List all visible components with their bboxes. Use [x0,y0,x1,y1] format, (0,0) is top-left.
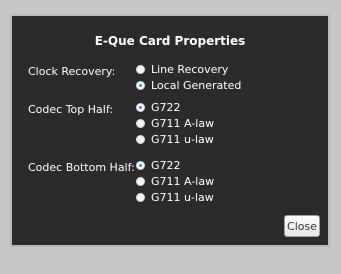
codec-bottom-half-g722-option[interactable]: G722 [136,159,181,172]
codec-top-g711-a-law-radio[interactable] [136,119,145,128]
codec-top-g711-a-law-label: G711 A-law [151,117,215,130]
e-que-card-properties-dialog: E-Que Card Properties Clock Recovery: Li… [10,14,330,247]
codec-bottom-g711-u-law-label: G711 u-law [151,191,214,204]
clock-recovery-line-recovery-option[interactable]: Line Recovery [136,63,228,76]
clock-recovery-label: Clock Recovery: [28,65,116,78]
codec-top-half-g711-a-law-option[interactable]: G711 A-law [136,117,214,130]
codec-bottom-half-label: Codec Bottom Half: [28,161,135,174]
local-generated-radio[interactable] [136,81,145,90]
codec-bottom-half-g711-a-law-option[interactable]: G711 A-law [136,175,214,188]
codec-bottom-half-g711-u-law-option[interactable]: G711 u-law [136,191,214,204]
codec-top-g722-label: G722 [151,101,181,114]
codec-bottom-g722-label: G722 [151,159,181,172]
close-button[interactable]: Close [284,215,320,237]
line-recovery-label: Line Recovery [151,63,229,76]
codec-top-half-label: Codec Top Half: [28,103,114,116]
codec-bottom-g711-a-law-radio[interactable] [136,177,145,186]
codec-bottom-g711-u-law-radio[interactable] [136,193,145,202]
clock-recovery-local-generated-option[interactable]: Local Generated [136,79,241,92]
codec-top-half-g722-option[interactable]: G722 [136,101,181,114]
codec-bottom-g722-radio[interactable] [136,161,145,170]
codec-top-g722-radio[interactable] [136,103,145,112]
codec-top-half-g711-u-law-option[interactable]: G711 u-law [136,133,214,146]
dialog-title: E-Que Card Properties [94,34,246,48]
screen-background: E-Que Card Properties Clock Recovery: Li… [0,0,341,274]
codec-top-g711-u-law-label: G711 u-law [151,133,214,146]
local-generated-label: Local Generated [151,79,242,92]
codec-top-g711-u-law-radio[interactable] [136,135,145,144]
line-recovery-radio[interactable] [136,65,145,74]
codec-bottom-g711-a-law-label: G711 A-law [151,175,215,188]
